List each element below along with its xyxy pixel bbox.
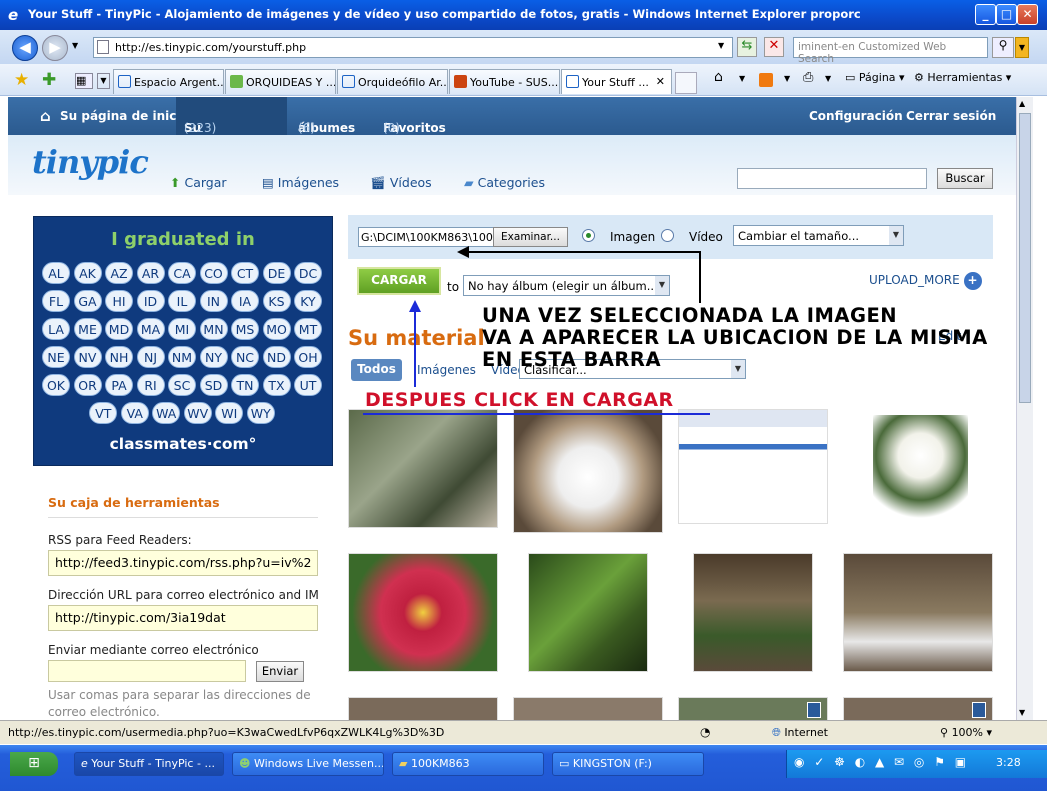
blue-arrowhead bbox=[409, 300, 421, 312]
quick-tabs-icon[interactable]: ▦ bbox=[75, 73, 93, 89]
gear-icon: ⚙ bbox=[914, 71, 924, 84]
print-dropdown-icon[interactable]: ▼ bbox=[825, 74, 831, 83]
close-tab-icon[interactable]: ✕ bbox=[656, 75, 665, 88]
tab-your-stuff[interactable]: Your Stuff ... ✕ bbox=[561, 69, 672, 94]
home-dropdown-icon[interactable]: ▼ bbox=[739, 74, 745, 83]
globe-icon: 🌐︎ bbox=[772, 726, 781, 739]
tab-espacio-argentino[interactable]: Espacio Argent... bbox=[113, 69, 224, 94]
maximize-button[interactable]: □ bbox=[996, 4, 1017, 25]
new-tab-button[interactable] bbox=[675, 72, 697, 94]
back-button[interactable]: ◀ bbox=[12, 35, 38, 61]
black-arrow-line bbox=[468, 251, 701, 303]
search-options-icon[interactable]: ▼ bbox=[1015, 37, 1029, 58]
page-menu-icon: ▭ bbox=[845, 71, 856, 84]
ie-page-icon bbox=[118, 75, 131, 88]
magnifier-icon: ⚲ bbox=[940, 726, 949, 739]
tab-list-icon[interactable]: ▼ bbox=[97, 73, 110, 89]
task-messenger[interactable]: ☻ Windows Live Messen... bbox=[232, 752, 384, 776]
tools-menu[interactable]: ⚙ Herramientas ▾ bbox=[914, 71, 1011, 84]
annotation-cta: DESPUES CLICK EN CARGAR bbox=[365, 389, 674, 411]
ie-page-icon bbox=[342, 75, 355, 88]
stop-icon[interactable]: ✕ bbox=[764, 37, 784, 57]
page-menu[interactable]: ▭ Página ▾ bbox=[845, 71, 905, 84]
search-input[interactable]: iminent-en Customized Web Search bbox=[793, 37, 988, 65]
refresh-icon[interactable]: ⇆ bbox=[737, 37, 757, 57]
chat-icon bbox=[230, 75, 243, 88]
tray-icons[interactable]: ◉ ✓ ☸ ◐ ▲ ✉ ◎ ⚑ ▣ bbox=[794, 755, 969, 769]
feed-dropdown-icon[interactable]: ▼ bbox=[784, 74, 790, 83]
address-toolbar: ◀ ▶ ▼ http://es.tinypic.com/yourstuff.ph… bbox=[0, 30, 1047, 65]
close-button[interactable]: ✕ bbox=[1017, 4, 1038, 25]
clock[interactable]: 3:28 bbox=[996, 756, 1021, 769]
messenger-icon: ☻ bbox=[239, 757, 251, 770]
taskbar: ⊞ e Your Stuff - TinyPic - ... ☻ Windows… bbox=[0, 745, 1047, 791]
print-icon[interactable]: ⎙ bbox=[803, 70, 813, 85]
drive-icon: ▭ bbox=[559, 757, 570, 770]
page-icon bbox=[97, 40, 109, 54]
folder-icon: ▰ bbox=[399, 757, 408, 770]
window-title: Your Stuff - TinyPic - Alojamiento de im… bbox=[28, 7, 861, 21]
status-url: http://es.tinypic.com/usermedia.php?uo=K… bbox=[8, 726, 445, 739]
annotation-line-2: VA A APARECER LA UBICACION DE LA MISMA bbox=[482, 326, 988, 349]
task-kingston[interactable]: ▭ KINGSTON (F:) bbox=[552, 752, 704, 776]
forward-button[interactable]: ▶ bbox=[42, 35, 68, 61]
rss-feed-icon[interactable] bbox=[759, 73, 773, 87]
window-titlebar: e Your Stuff - TinyPic - Alojamiento de … bbox=[0, 0, 1047, 30]
page-scrollbar[interactable]: ▲ ▼ bbox=[1016, 97, 1033, 720]
youtube-icon bbox=[454, 75, 467, 88]
tab-orquideas[interactable]: ORQUIDEAS Y ... bbox=[225, 69, 336, 94]
annotation-line-3: EN ESTA BARRA bbox=[482, 348, 662, 371]
history-dropdown-icon[interactable]: ▼ bbox=[72, 41, 78, 50]
address-input[interactable]: http://es.tinypic.com/yourstuff.php bbox=[93, 37, 733, 58]
zone-indicator: 🌐︎ Internet bbox=[772, 726, 828, 739]
scroll-down-icon[interactable]: ▼ bbox=[1019, 708, 1025, 717]
tab-youtube[interactable]: YouTube - SUS... bbox=[449, 69, 560, 94]
add-favorites-icon[interactable]: ✚ bbox=[42, 70, 56, 90]
search-icon[interactable]: ⚲ bbox=[992, 37, 1014, 58]
start-button[interactable]: ⊞ bbox=[10, 752, 58, 776]
minimize-button[interactable]: _ bbox=[975, 4, 996, 25]
annotation-line-1: UNA VEZ SELECCIONADA LA IMAGEN bbox=[482, 304, 898, 327]
address-dropdown-icon[interactable]: ▼ bbox=[718, 41, 724, 50]
favorites-star-icon[interactable]: ★ bbox=[14, 70, 29, 90]
addon-icon[interactable]: ◔ bbox=[700, 725, 710, 739]
web-page: ⌂ Su página de inicio Su material (223) … bbox=[8, 97, 1016, 720]
black-arrowhead bbox=[457, 246, 469, 258]
status-bar: http://es.tinypic.com/usermedia.php?uo=K… bbox=[0, 720, 1047, 744]
zoom-level[interactable]: ⚲ 100% ▾ bbox=[940, 726, 992, 739]
ie-page-icon bbox=[566, 75, 579, 88]
task-folder[interactable]: ▰ 100KM863 bbox=[392, 752, 544, 776]
scroll-thumb[interactable] bbox=[1019, 113, 1031, 403]
tab-orquideofilo[interactable]: Orquideófilo Ar... bbox=[337, 69, 448, 94]
ie-icon: e bbox=[81, 757, 88, 770]
task-ie[interactable]: e Your Stuff - TinyPic - ... bbox=[74, 752, 224, 776]
tab-bar: ★ ✚ ▦ ▼ Espacio Argent... ORQUIDEAS Y ..… bbox=[0, 64, 1047, 96]
home-icon[interactable]: ⌂ bbox=[714, 69, 723, 85]
ie-icon: e bbox=[8, 6, 19, 24]
scroll-up-icon[interactable]: ▲ bbox=[1019, 99, 1025, 108]
